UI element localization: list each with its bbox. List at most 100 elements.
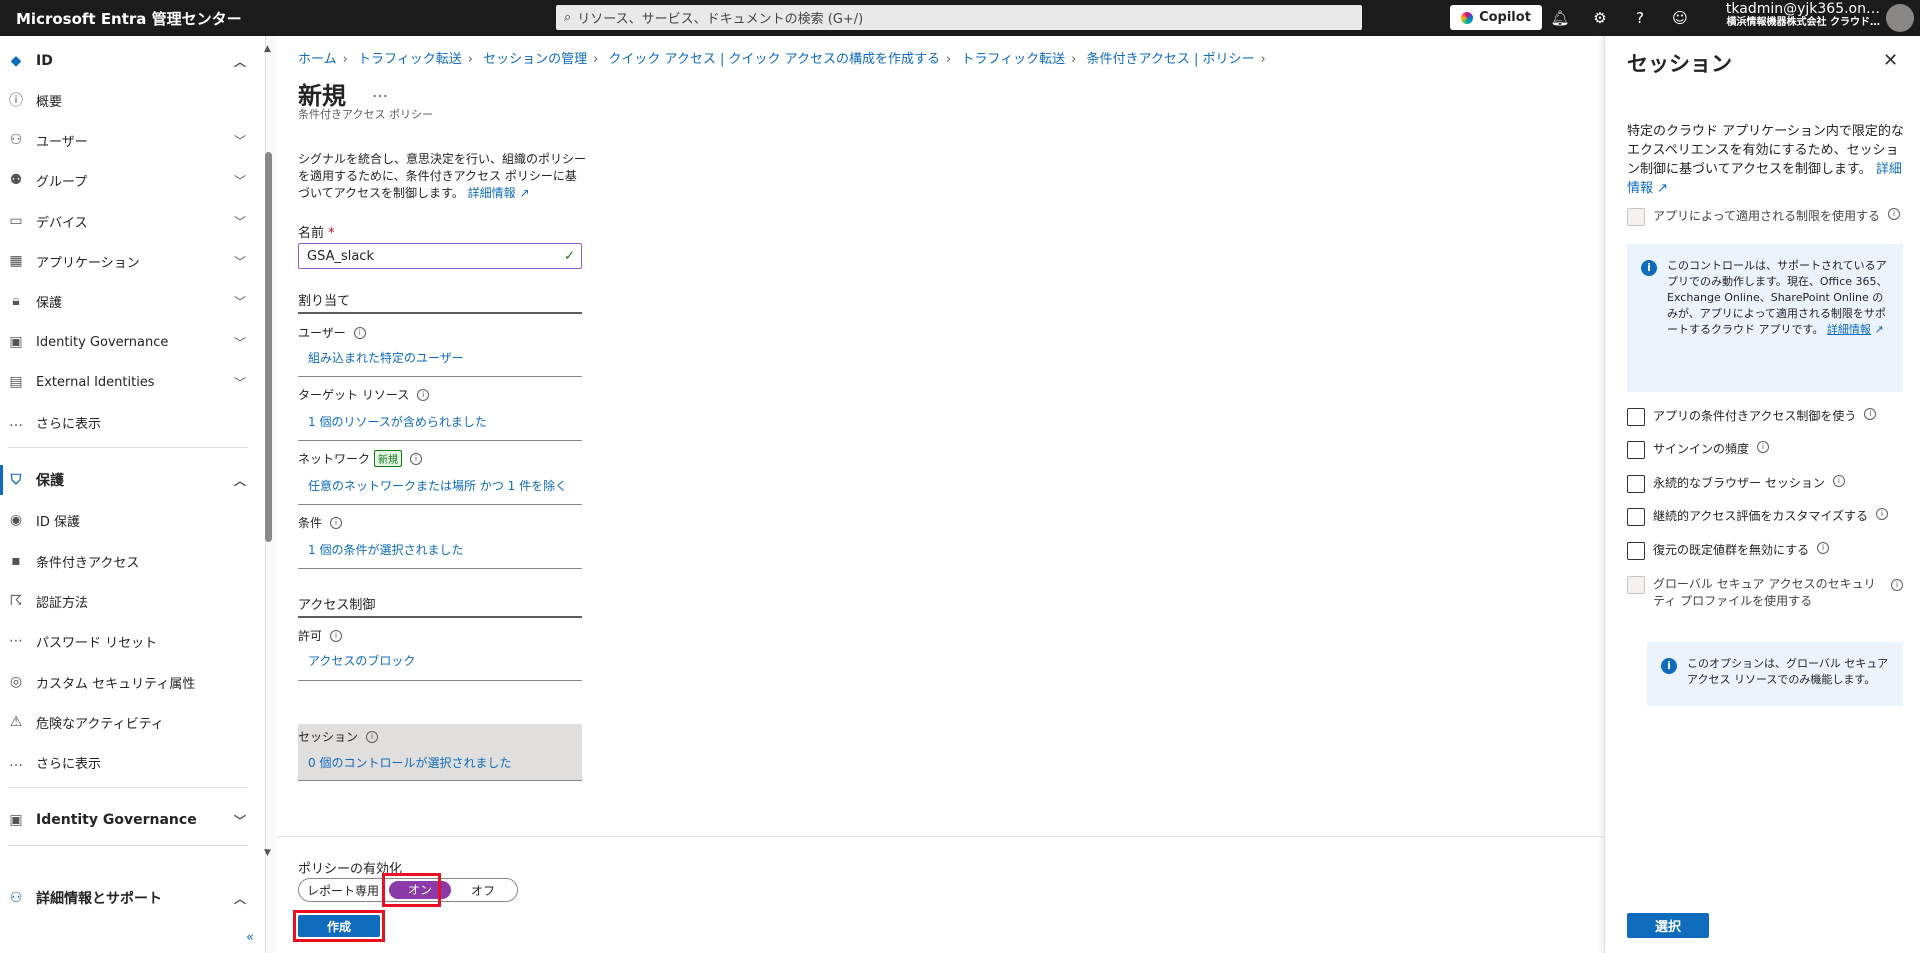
scroll-down-icon[interactable]: ▼	[264, 848, 271, 858]
users-value-link[interactable]: 組み込まれた特定のユーザー	[308, 349, 464, 366]
check-icon: ✓	[564, 248, 575, 264]
person-shield-icon: ⛉	[10, 472, 22, 488]
sidebar-item-users[interactable]: ⚇ ユーザー ﹀	[0, 121, 258, 159]
sidebar-divider	[8, 787, 248, 788]
info-box-learn-more-link[interactable]: 詳細情報	[1827, 323, 1871, 336]
info-icon[interactable]: i	[410, 452, 423, 465]
sidebar-item-identity-governance-section[interactable]: ▣ Identity Governance ﹀	[0, 801, 258, 839]
session-value-link[interactable]: 0 個のコントロールが選択されました	[308, 754, 511, 771]
info-icon[interactable]: i	[330, 516, 343, 529]
option-app-enforced[interactable]: アプリによって適用される制限を使用する i	[1627, 208, 1907, 226]
sidebar-item-label: さらに表示	[36, 756, 102, 772]
close-icon[interactable]: ✕	[1883, 50, 1898, 71]
option-persistent-browser[interactable]: 永続的なブラウザー セッション i	[1627, 475, 1907, 493]
sidebar-item-external-identities[interactable]: ▤ External Identities ﹀	[0, 363, 258, 401]
breadcrumb-separator: ›	[467, 52, 473, 67]
checkbox-app-enforced[interactable]	[1627, 208, 1645, 226]
name-input[interactable]: GSA_slack ✓	[298, 243, 582, 269]
info-icon[interactable]: i	[1832, 475, 1845, 487]
brand-title[interactable]: Microsoft Entra 管理センター	[0, 8, 540, 29]
highlight-box-on	[382, 873, 441, 907]
scrollbar-thumb[interactable]	[265, 152, 272, 542]
option-gsa-profile[interactable]: グローバル セキュア アクセスのセキュリティ プロファイルを使用する	[1627, 576, 1877, 610]
target-resources-value-link[interactable]: 1 個のリソースが含められました	[308, 413, 487, 430]
sidebar-item-id-protection[interactable]: ◉ ID 保護	[0, 501, 258, 539]
info-icon[interactable]: i	[1888, 208, 1901, 220]
info-icon[interactable]: i	[1864, 408, 1877, 420]
info-icon[interactable]: i	[353, 326, 366, 339]
sidebar-item-protection[interactable]: 🔒︎ 保護 ﹀	[0, 282, 258, 320]
info-icon[interactable]: i	[330, 629, 343, 642]
toggle-report-only[interactable]: レポート専用	[307, 882, 379, 899]
checkbox-ca-app-control[interactable]	[1627, 408, 1645, 426]
breadcrumb-session-management[interactable]: セッションの管理	[483, 52, 587, 67]
info-icon[interactable]: i	[366, 730, 379, 743]
sidebar-item-password-reset[interactable]: ⋯ パスワード リセット	[0, 622, 258, 660]
checkbox-cae[interactable]	[1627, 508, 1645, 526]
option-resilience-defaults[interactable]: 復元の既定値群を無効にする i	[1627, 542, 1907, 560]
checkbox-signin-frequency[interactable]	[1627, 441, 1645, 459]
sidebar-item-label: グループ	[36, 174, 88, 190]
sidebar-item-show-more[interactable]: … さらに表示	[0, 403, 258, 441]
breadcrumb-home[interactable]: ホーム	[298, 52, 337, 67]
option-cae[interactable]: 継続的アクセス評価をカスタマイズする i	[1627, 508, 1907, 526]
sidebar-item-label: 保護	[36, 473, 64, 489]
new-badge: 新規	[374, 450, 403, 467]
avatar[interactable]	[1886, 4, 1914, 32]
checkbox-persistent-browser[interactable]	[1627, 475, 1645, 493]
ellipsis-icon: …	[9, 414, 23, 430]
sidebar-item-id[interactable]: ◆ ID ︿	[0, 42, 258, 80]
sidebar-item-learn-support[interactable]: ⚇ 詳細情報とサポート ︿	[0, 879, 258, 917]
sidebar-item-protection-section[interactable]: ⛉ 保護 ︿	[0, 461, 258, 499]
sidebar-scrollbar[interactable]: ▲ ▼	[264, 40, 272, 858]
conditions-value-link[interactable]: 1 個の条件が選択されました	[308, 541, 463, 558]
collapse-sidebar-icon[interactable]: «	[246, 930, 254, 945]
breadcrumb-traffic-forwarding-2[interactable]: トラフィック転送	[961, 52, 1065, 67]
breadcrumb-separator: ›	[946, 52, 952, 67]
feedback-icon[interactable]: ☺	[1670, 8, 1690, 28]
breadcrumb-conditional-access[interactable]: 条件付きアクセス | ポリシー	[1086, 52, 1254, 67]
main-content: ホーム › トラフィック転送 › セッションの管理 › クイック アクセス | クイッ…	[276, 36, 1604, 953]
sidebar-item-risky-activities[interactable]: ⚠ 危険なアクティビティ	[0, 703, 258, 741]
bell-icon[interactable]: 🔔︎	[1550, 8, 1570, 28]
help-icon[interactable]: ?	[1630, 8, 1650, 28]
info-icon[interactable]: i	[1817, 542, 1830, 554]
network-value-link[interactable]: 任意のネットワークまたは場所 かつ 1 件を除く	[308, 477, 567, 494]
scroll-up-icon[interactable]: ▲	[264, 44, 271, 54]
info-icon[interactable]: i	[1757, 441, 1770, 453]
info-icon[interactable]: i	[1891, 579, 1903, 591]
sidebar-item-overview[interactable]: ⓘ 概要	[0, 81, 258, 119]
sidebar-item-auth-methods[interactable]: ☈ 認証方法	[0, 582, 258, 620]
grant-value-link[interactable]: アクセスのブロック	[308, 652, 415, 669]
breadcrumb-traffic-forwarding[interactable]: トラフィック転送	[358, 52, 462, 67]
sidebar-item-applications[interactable]: ▦ アプリケーション ﹀	[0, 242, 258, 280]
sidebar-item-show-more-2[interactable]: … さらに表示	[0, 743, 258, 781]
breadcrumb: ホーム › トラフィック転送 › セッションの管理 › クイック アクセス | クイッ…	[298, 48, 1272, 67]
account-info[interactable]: tkadmin@yjk365.on… 横浜情報機器株式会社 クラウド…	[1690, 2, 1880, 30]
info-icon[interactable]: i	[417, 388, 430, 401]
search-input[interactable]: ⌕ リソース、サービス、ドキュメントの検索 (G+/)	[556, 5, 1362, 30]
chevron-down-icon: ﹀	[233, 375, 246, 390]
gear-icon[interactable]: ⚙	[1590, 8, 1610, 28]
sidebar-item-identity-governance[interactable]: ▣ Identity Governance ﹀	[0, 323, 258, 361]
option-signin-frequency[interactable]: サインインの頻度 i	[1627, 441, 1907, 459]
panel-description: 特定のクラウド アプリケーション内で限定的なエクスペリエンスを有効にするため、セ…	[1627, 122, 1907, 198]
select-button[interactable]: 選択	[1627, 913, 1709, 938]
sidebar-item-custom-security[interactable]: ◎ カスタム セキュリティ属性	[0, 663, 258, 701]
learn-more-link[interactable]: 詳細情報	[468, 186, 516, 200]
sidebar-item-label: 危険なアクティビティ	[36, 716, 164, 732]
option-ca-app-control[interactable]: アプリの条件付きアクセス制御を使う i	[1627, 408, 1907, 426]
more-options-button[interactable]: …	[372, 82, 388, 101]
checkbox-resilience-defaults[interactable]	[1627, 542, 1645, 560]
info-icon[interactable]: i	[1876, 508, 1889, 520]
checkbox-gsa-profile[interactable]	[1627, 576, 1645, 594]
toggle-off[interactable]: オフ	[471, 882, 495, 899]
sidebar-item-conditional-access[interactable]: ▪ 条件付きアクセス	[0, 542, 258, 580]
chevron-down-icon: ﹀	[233, 173, 246, 188]
copilot-button[interactable]: Copilot	[1450, 5, 1542, 30]
search-icon: ⌕	[564, 10, 572, 25]
breadcrumb-quick-access[interactable]: クイック アクセス | クイック アクセスの構成を作成する	[608, 52, 940, 67]
conditional-icon: ▪	[11, 553, 21, 569]
sidebar-item-devices[interactable]: ▭ デバイス ﹀	[0, 202, 258, 240]
sidebar-item-groups[interactable]: ⚉ グループ ﹀	[0, 161, 258, 199]
